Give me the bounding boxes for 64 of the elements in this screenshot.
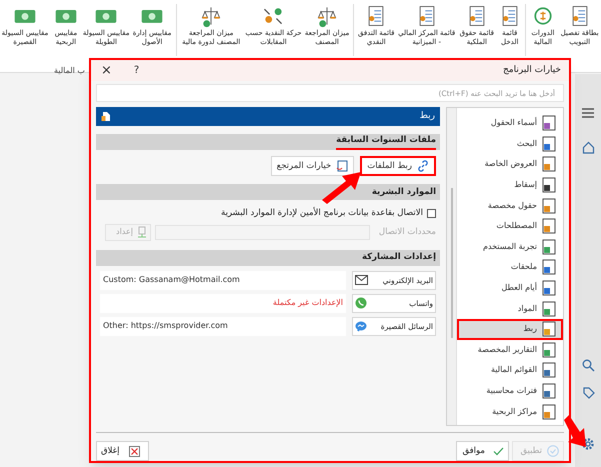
help-button[interactable]: ? bbox=[134, 63, 140, 78]
document-icon bbox=[541, 342, 557, 358]
category-item[interactable]: ربط bbox=[457, 318, 563, 340]
status-message: الإعدادات غير مكتملة bbox=[100, 294, 346, 313]
category-item[interactable]: العروض الخاصة bbox=[457, 154, 563, 175]
document-icon bbox=[541, 362, 557, 378]
category-item[interactable]: حقول مخصصة bbox=[457, 195, 563, 216]
document-icon bbox=[541, 259, 557, 276]
document-icon bbox=[541, 198, 557, 214]
scrollbar[interactable] bbox=[450, 188, 452, 338]
document-icon bbox=[541, 136, 557, 152]
dialog-title: خيارات البرنامج bbox=[502, 64, 561, 77]
category-item[interactable]: القوائم المالية bbox=[457, 360, 563, 381]
document-icon bbox=[541, 383, 557, 400]
section-title: إعدادات المشاركة bbox=[362, 251, 436, 264]
close-dialog-button[interactable]: إغلاق bbox=[96, 441, 149, 461]
category-item[interactable]: إسقاط bbox=[457, 174, 563, 196]
document-icon bbox=[101, 111, 111, 122]
value-field[interactable]: Custom: Gassanam@Hotmail.com bbox=[100, 270, 346, 290]
document-icon bbox=[541, 280, 557, 296]
document-icon bbox=[336, 160, 348, 172]
section-title: الموارد البشرية bbox=[372, 186, 436, 198]
link-files-button[interactable]: ربط الملفات bbox=[360, 156, 436, 176]
check-icon bbox=[493, 446, 504, 456]
document-icon bbox=[541, 321, 557, 338]
category-item[interactable]: أسماء الحقول bbox=[457, 113, 563, 134]
document-icon bbox=[541, 238, 557, 255]
document-icon bbox=[541, 156, 557, 172]
check-circle-icon bbox=[547, 445, 559, 457]
section-title: ملفات السنوات السابقة bbox=[336, 134, 436, 150]
category-item[interactable]: تجربة المستخدم bbox=[457, 236, 563, 258]
category-item[interactable]: مراكز الربحية bbox=[457, 401, 563, 422]
document-icon bbox=[541, 404, 557, 420]
category-item[interactable]: المصطلحات bbox=[457, 216, 563, 237]
document-icon bbox=[541, 177, 557, 194]
panel-title: ربط bbox=[420, 110, 435, 123]
document-icon bbox=[541, 115, 557, 132]
chat-bubble-icon bbox=[355, 320, 367, 332]
ok-button[interactable]: موافق bbox=[456, 441, 509, 461]
category-item[interactable]: ملحقات bbox=[457, 257, 563, 278]
category-item[interactable]: فترات محاسبية bbox=[457, 380, 563, 402]
phone-bubble-icon bbox=[355, 297, 367, 310]
tag-icon[interactable] bbox=[582, 386, 594, 399]
menu-icon[interactable] bbox=[581, 107, 595, 119]
settings-icon[interactable] bbox=[581, 437, 595, 451]
link-icon bbox=[417, 160, 429, 172]
checkbox[interactable] bbox=[427, 208, 436, 218]
category-item[interactable]: التقارير المخصصة bbox=[457, 340, 563, 360]
returns-options-button[interactable]: خيارات المرتجع bbox=[270, 156, 354, 176]
document-icon bbox=[541, 300, 557, 317]
category-item[interactable]: البحث bbox=[457, 134, 563, 154]
value-field[interactable]: Other: https://smsprovider.com bbox=[100, 316, 346, 336]
server-icon bbox=[137, 226, 147, 238]
category-item[interactable]: أيام العطل bbox=[457, 278, 563, 298]
field-label: محددات الاتصال bbox=[378, 226, 436, 239]
home-icon[interactable] bbox=[582, 141, 594, 154]
envelope-icon bbox=[355, 275, 368, 286]
close-icon bbox=[129, 446, 140, 456]
ribbon-group-label: ب المالية bbox=[54, 66, 85, 75]
document-icon bbox=[541, 218, 557, 234]
close-button[interactable]: × bbox=[101, 60, 112, 80]
search-icon[interactable] bbox=[582, 359, 594, 372]
category-item[interactable]: المواد bbox=[457, 298, 563, 319]
checkbox-label: الاتصال بقاعدة بيانات برنامج الأمين لإدارة الموارد البشرية bbox=[221, 207, 423, 220]
